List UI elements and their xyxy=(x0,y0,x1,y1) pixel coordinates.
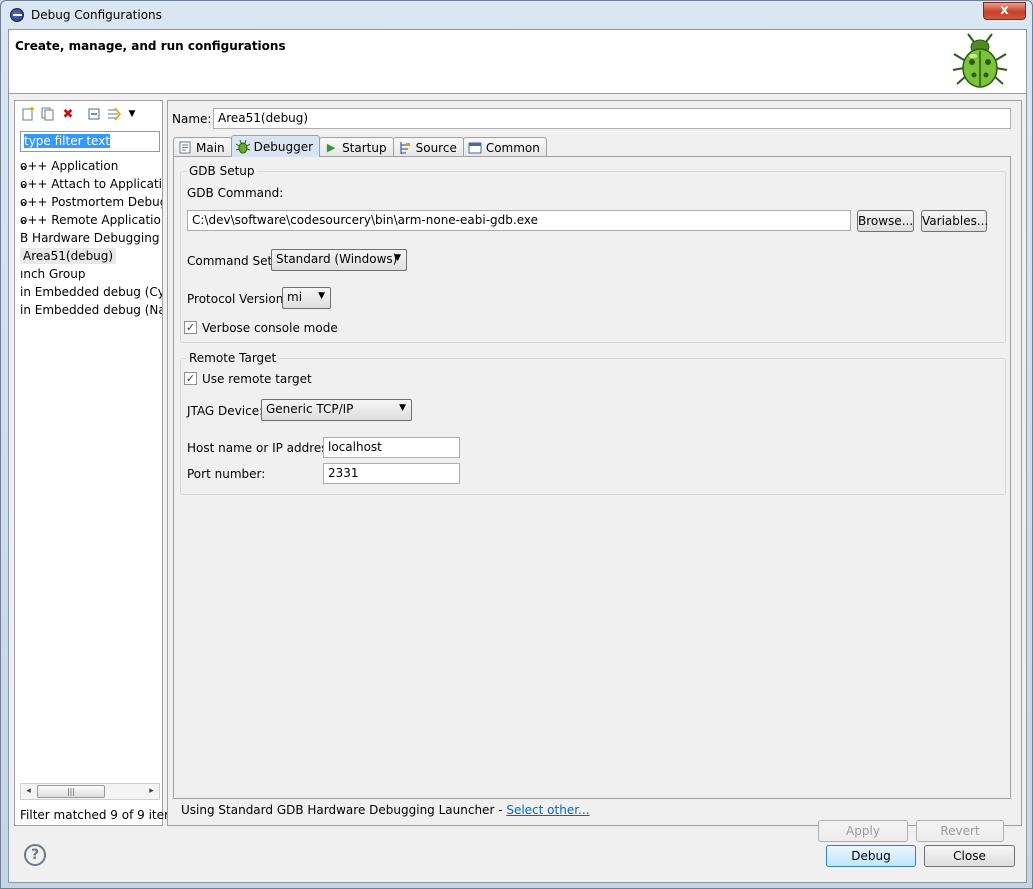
debugger-tab-icon xyxy=(235,139,250,154)
launcher-info: Using Standard GDB Hardware Debugging La… xyxy=(181,803,590,817)
protocol-version-select[interactable]: mi ▼ xyxy=(282,287,331,309)
new-config-icon[interactable] xyxy=(19,105,37,123)
tab-debugger[interactable]: Debugger xyxy=(230,135,321,157)
scroll-left-icon[interactable]: ◂ xyxy=(21,784,36,799)
tree-item-cpp-attach[interactable]: ⱺ++ Attach to Application xyxy=(15,175,162,193)
scroll-right-icon[interactable]: ▸ xyxy=(144,784,159,799)
eclipse-app-icon xyxy=(10,8,24,22)
tab-startup[interactable]: ▶ Startup xyxy=(319,137,394,157)
tab-source[interactable]: Source xyxy=(392,137,464,157)
tab-main-label: Main xyxy=(196,140,225,155)
chevron-down-icon: ▼ xyxy=(399,403,406,413)
tab-common-label: Common xyxy=(485,140,540,155)
tab-startup-label: Startup xyxy=(342,140,387,155)
filter-status: Filter matched 9 of 9 items xyxy=(20,808,182,822)
gdb-command-input[interactable]: C:\dev\software\codesourcery\bin\arm-non… xyxy=(187,210,851,231)
main-tab-icon xyxy=(178,141,192,155)
debug-button[interactable]: Debug xyxy=(826,845,916,867)
name-input[interactable]: Area51(debug) xyxy=(213,108,1011,129)
gdb-setup-legend: GDB Setup xyxy=(187,164,257,178)
scroll-thumb[interactable]: ||| xyxy=(37,785,105,798)
browse-button[interactable]: Browse... xyxy=(857,210,914,232)
chevron-down-icon: ▼ xyxy=(394,253,401,263)
tree-item-gdb-hardware[interactable]: B Hardware Debugging xyxy=(15,229,162,247)
tree-item-cpp-postmortem[interactable]: ⱺ++ Postmortem Debugger xyxy=(15,193,162,211)
protocol-version-label: Protocol Version: xyxy=(187,292,288,306)
use-remote-checkbox[interactable]: ✓ xyxy=(184,372,197,385)
apply-button[interactable]: Apply xyxy=(818,820,908,842)
tree-horizontal-scrollbar[interactable]: ◂ ||| ▸ xyxy=(20,783,160,800)
jtag-device-value: Generic TCP/IP xyxy=(266,402,354,416)
window-title: Debug Configurations xyxy=(31,8,162,22)
window-close-button[interactable]: x xyxy=(983,2,1026,20)
help-icon[interactable]: ? xyxy=(24,844,46,866)
delete-icon[interactable]: ✖ xyxy=(59,105,77,123)
port-label: Port number: xyxy=(187,467,266,481)
config-tabs: Main Debugger ▶ Startup Source Common xyxy=(173,135,547,157)
filter-icon[interactable] xyxy=(105,105,123,123)
filter-placeholder: type filter text xyxy=(24,134,111,148)
verbose-label: Verbose console mode xyxy=(202,321,338,335)
host-label: Host name or IP address: xyxy=(187,441,338,455)
chevron-down-icon: ▼ xyxy=(318,291,325,301)
gdb-command-label: GDB Command: xyxy=(187,186,284,200)
tree-item-embedded-cygwin[interactable]: in Embedded debug (Cygwin) xyxy=(15,283,162,301)
tab-debugger-label: Debugger xyxy=(253,139,314,154)
dialog-client: Create, manage, and run configurations ✖… xyxy=(8,29,1027,883)
gdb-setup-group: GDB Setup GDB Command: C:\dev\software\c… xyxy=(180,164,1006,343)
tree-item-embedded-native[interactable]: in Embedded debug (Native) xyxy=(15,301,162,319)
launcher-text: Using Standard GDB Hardware Debugging La… xyxy=(181,803,507,817)
jtag-device-select[interactable]: Generic TCP/IP ▼ xyxy=(261,399,412,421)
common-tab-icon xyxy=(468,141,482,155)
tree-item-launch-group[interactable]: ınch Group xyxy=(15,265,162,283)
tab-main[interactable]: Main xyxy=(173,137,232,157)
tree-item-cpp-remote[interactable]: ⱺ++ Remote Application xyxy=(15,211,162,229)
host-input[interactable]: localhost xyxy=(323,437,460,458)
startup-tab-icon: ▶ xyxy=(326,141,336,154)
command-set-select[interactable]: Standard (Windows) ▼ xyxy=(271,249,407,271)
remote-target-legend: Remote Target xyxy=(187,351,279,365)
close-button[interactable]: Close xyxy=(924,845,1015,867)
dropdown-icon[interactable]: ▼ xyxy=(123,105,141,123)
revert-button[interactable]: Revert xyxy=(916,820,1004,842)
tab-common[interactable]: Common xyxy=(462,137,547,157)
name-label: Name: xyxy=(172,112,212,126)
config-editor-panel: Name: Area51(debug) Main Debugger ▶ Star… xyxy=(167,100,1022,842)
verbose-checkbox[interactable]: ✓ xyxy=(184,321,197,334)
variables-button[interactable]: Variables... xyxy=(921,210,988,232)
collapse-all-icon[interactable] xyxy=(85,105,103,123)
duplicate-icon[interactable] xyxy=(39,105,57,123)
remote-target-group: Remote Target ✓ Use remote target JTAG D… xyxy=(180,351,1006,495)
debugger-tab-content: GDB Setup GDB Command: C:\dev\software\c… xyxy=(173,156,1011,799)
config-tree: ⱺ++ Application ⱺ++ Attach to Applicatio… xyxy=(15,157,162,319)
protocol-version-value: mi xyxy=(287,290,303,304)
debug-configurations-window: Debug Configurations x Create, manage, a… xyxy=(0,0,1033,889)
tab-source-label: Source xyxy=(415,140,457,155)
command-set-value: Standard (Windows) xyxy=(276,252,398,266)
select-other-link[interactable]: Select other... xyxy=(506,803,589,817)
title-bar[interactable]: Debug Configurations x xyxy=(1,1,1032,29)
config-tree-panel: ✖ ▼ type filter text ⱺ++ Application ⱺ++… xyxy=(14,100,182,826)
tree-item-cpp-application[interactable]: ⱺ++ Application xyxy=(15,157,162,175)
banner-title: Create, manage, and run configurations xyxy=(15,39,286,53)
dialog-banner: Create, manage, and run configurations xyxy=(9,30,1026,94)
bug-icon xyxy=(952,33,1008,88)
jtag-device-label: JTAG Device: xyxy=(187,404,264,418)
tree-item-area51[interactable]: Area51(debug) xyxy=(15,247,162,265)
source-tab-icon xyxy=(398,141,412,155)
filter-input[interactable]: type filter text xyxy=(20,131,160,152)
tree-item-area51-label: Area51(debug) xyxy=(20,248,117,264)
use-remote-label: Use remote target xyxy=(202,372,312,386)
port-input[interactable]: 2331 xyxy=(323,463,460,484)
command-set-label: Command Set: xyxy=(187,254,277,268)
